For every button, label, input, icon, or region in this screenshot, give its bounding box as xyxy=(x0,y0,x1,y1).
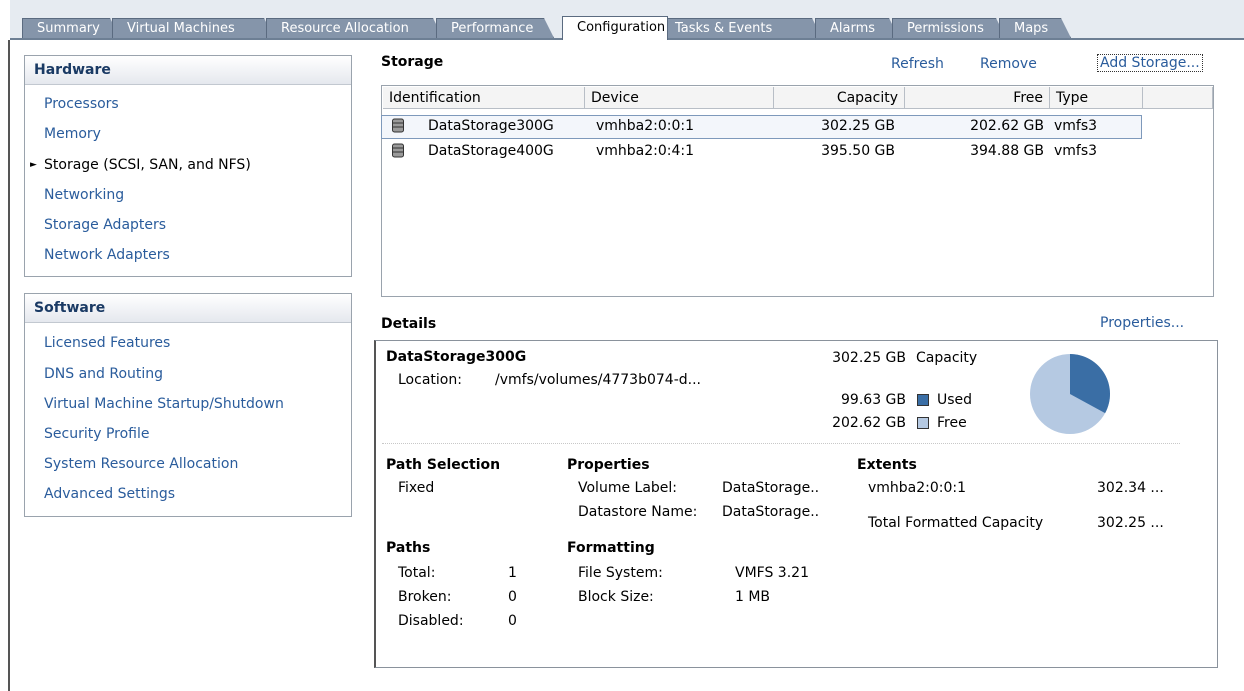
extent-device-size: 302.34 ... xyxy=(1097,480,1164,496)
block-size-value: 1 MB xyxy=(735,589,771,605)
used-swatch xyxy=(917,394,929,406)
path-selection-title: Path Selection xyxy=(386,457,501,473)
file-system-value: VMFS 3.21 xyxy=(735,565,809,581)
tab-permissions[interactable]: Permissions xyxy=(892,18,1006,38)
software-title: Software xyxy=(25,294,351,323)
nav-processors[interactable]: Processors xyxy=(44,96,119,112)
details-title: Details xyxy=(381,316,437,332)
block-size-label: Block Size: xyxy=(578,589,654,605)
nav-vm-startup-shutdown[interactable]: Virtual Machine Startup/Shutdown xyxy=(44,396,284,412)
tab-configuration[interactable]: Configuration xyxy=(562,16,668,40)
column-header-identification[interactable]: Identification xyxy=(383,87,585,109)
datastore-name: DataStorage300G xyxy=(386,349,527,365)
column-header-empty xyxy=(1143,87,1213,109)
tab-tasks-events[interactable]: Tasks & Events xyxy=(660,18,822,38)
nav-system-resource-allocation[interactable]: System Resource Allocation xyxy=(44,456,238,472)
row1-free: 202.62 GB xyxy=(970,118,1044,134)
formatting-title: Formatting xyxy=(567,540,655,556)
datastore-name-value: DataStorage.. xyxy=(722,504,820,520)
row1-capacity: 302.25 GB xyxy=(821,118,895,134)
total-formatted-capacity-label: Total Formatted Capacity xyxy=(868,515,1044,531)
extent-device: vmhba2:0:0:1 xyxy=(868,480,967,496)
location-label: Location: xyxy=(398,372,462,388)
datastore-icon xyxy=(392,118,404,133)
nav-storage-adapters[interactable]: Storage Adapters xyxy=(44,217,166,233)
column-header-capacity[interactable]: Capacity xyxy=(774,87,905,109)
tab-summary[interactable]: Summary xyxy=(22,18,120,38)
total-formatted-capacity-value: 302.25 ... xyxy=(1097,515,1164,531)
volume-label-label: Volume Label: xyxy=(578,480,678,496)
selected-arrow-icon: ► xyxy=(30,160,37,170)
tab-virtual-machines[interactable]: Virtual Machines xyxy=(112,18,274,38)
volume-label-value: DataStorage.. xyxy=(722,480,820,496)
row2-free: 394.88 GB xyxy=(970,143,1044,159)
free-label: Free xyxy=(937,415,967,431)
nav-advanced-settings[interactable]: Advanced Settings xyxy=(44,486,175,502)
row2-capacity: 395.50 GB xyxy=(821,143,895,159)
column-header-free[interactable]: Free xyxy=(905,87,1050,109)
tab-resource-allocation[interactable]: Resource Allocation xyxy=(266,18,443,38)
details-divider xyxy=(382,443,1180,444)
column-header-type[interactable]: Type xyxy=(1050,87,1143,109)
row1-type: vmfs3 xyxy=(1054,118,1098,134)
paths-broken-value: 0 xyxy=(508,589,517,605)
nav-memory[interactable]: Memory xyxy=(44,126,101,142)
paths-disabled-value: 0 xyxy=(508,613,517,629)
tab-maps[interactable]: Maps xyxy=(999,18,1071,38)
properties-title: Properties xyxy=(567,457,650,473)
row1-device: vmhba2:0:0:1 xyxy=(596,118,695,134)
remove-link[interactable]: Remove xyxy=(980,56,1037,72)
row2-type: vmfs3 xyxy=(1054,143,1098,159)
paths-title: Paths xyxy=(386,540,431,556)
paths-total-label: Total: xyxy=(398,565,436,581)
nav-security-profile[interactable]: Security Profile xyxy=(44,426,149,442)
refresh-link[interactable]: Refresh xyxy=(891,56,944,72)
used-value: 99.63 GB xyxy=(841,392,906,408)
column-header-device[interactable]: Device xyxy=(585,87,774,109)
nav-storage[interactable]: Storage (SCSI, SAN, and NFS) xyxy=(44,157,251,173)
row1-identification: DataStorage300G xyxy=(428,118,554,134)
capacity-label: Capacity xyxy=(916,350,978,366)
free-swatch xyxy=(917,417,929,429)
hardware-title: Hardware xyxy=(25,56,351,85)
datastore-icon xyxy=(392,143,404,158)
free-value: 202.62 GB xyxy=(832,415,906,431)
paths-total-value: 1 xyxy=(508,565,517,581)
nav-dns-routing[interactable]: DNS and Routing xyxy=(44,366,163,382)
row2-device: vmhba2:0:4:1 xyxy=(596,143,695,159)
tab-alarms[interactable]: Alarms xyxy=(815,18,899,38)
extents-title: Extents xyxy=(857,457,917,473)
nav-networking[interactable]: Networking xyxy=(44,187,124,203)
paths-broken-label: Broken: xyxy=(398,589,452,605)
row2-identification: DataStorage400G xyxy=(428,143,554,159)
used-label: Used xyxy=(937,392,973,408)
path-selection-value: Fixed xyxy=(398,480,435,496)
location-value: /vmfs/volumes/4773b074-d... xyxy=(495,372,701,388)
nav-licensed-features[interactable]: Licensed Features xyxy=(44,335,170,351)
file-system-label: File System: xyxy=(578,565,663,581)
storage-title: Storage xyxy=(381,54,444,70)
usage-pie-chart xyxy=(1030,354,1110,434)
add-storage-link[interactable]: Add Storage... xyxy=(1097,54,1203,72)
tab-performance[interactable]: Performance xyxy=(436,18,554,38)
datastore-name-label: Datastore Name: xyxy=(578,504,698,520)
paths-disabled-label: Disabled: xyxy=(398,613,464,629)
nav-network-adapters[interactable]: Network Adapters xyxy=(44,247,170,263)
window-left-edge xyxy=(8,40,10,691)
capacity-value: 302.25 GB xyxy=(832,350,906,366)
properties-link[interactable]: Properties... xyxy=(1100,315,1184,331)
